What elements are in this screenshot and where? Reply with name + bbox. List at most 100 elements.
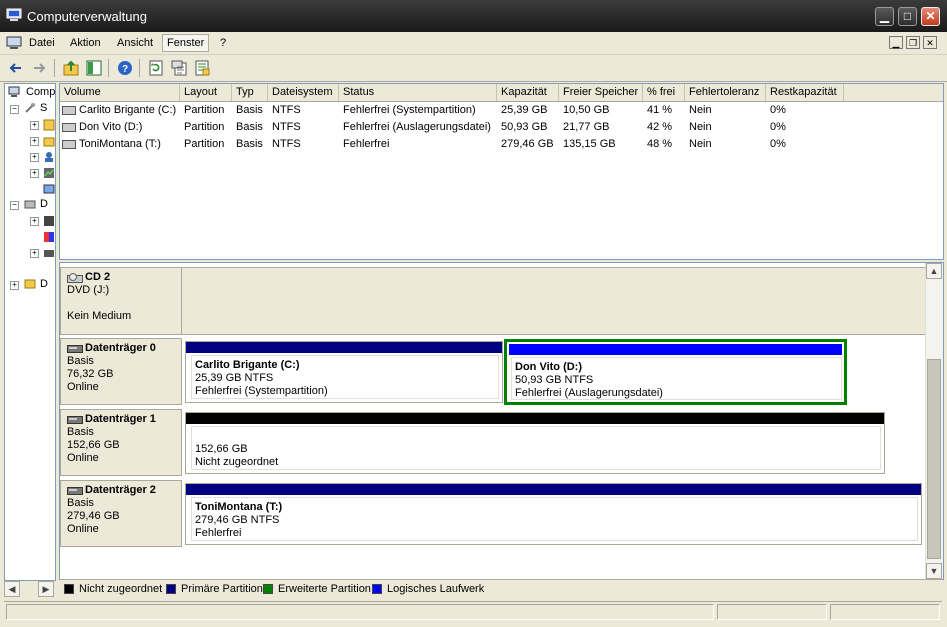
storage-icon xyxy=(24,200,36,209)
hard-disk-icon xyxy=(67,415,83,424)
mdi-child-icon[interactable] xyxy=(6,35,22,51)
legend-swatch xyxy=(263,584,273,594)
menu-help[interactable]: ? xyxy=(216,35,230,51)
legend-item: Nicht zugeordnet xyxy=(64,583,162,595)
scrollbar-thumb[interactable] xyxy=(927,359,941,559)
properties-icon[interactable] xyxy=(169,58,189,78)
table-row[interactable]: ToniMontana (T:) Partition Basis NTFS Fe… xyxy=(60,136,943,153)
device-manager-icon xyxy=(43,184,55,194)
column-header[interactable]: Kapazität xyxy=(497,84,559,101)
tree-expand-toggle[interactable]: + xyxy=(30,217,39,226)
forward-arrow-icon[interactable] xyxy=(29,58,49,78)
column-header[interactable]: Volume xyxy=(60,84,180,101)
close-button[interactable]: ✕ xyxy=(921,7,940,26)
cd-empty-area xyxy=(182,267,926,335)
disk-label[interactable]: Datenträger 2 Basis 279,46 GB Online xyxy=(60,480,182,547)
export-list-icon[interactable] xyxy=(192,58,212,78)
disk-management-icon xyxy=(44,250,54,257)
tree-expand-toggle[interactable]: + xyxy=(30,121,39,130)
legend-item: Erweiterte Partition xyxy=(263,583,371,595)
disk-row-2: Datenträger 2 Basis 279,46 GB Online Ton… xyxy=(60,480,926,547)
legend-item: Logisches Laufwerk xyxy=(372,583,484,595)
volume-icon xyxy=(62,140,76,149)
disk-row-1: Datenträger 1 Basis 152,66 GB Online 152… xyxy=(60,409,926,476)
mdi-restore-button[interactable]: ❐ xyxy=(906,36,920,49)
hard-disk-icon xyxy=(67,344,83,353)
cd-drive-icon xyxy=(67,272,83,283)
disk-row-0: Datenträger 0 Basis 76,32 GB Online Carl… xyxy=(60,338,926,405)
partition-c[interactable]: Carlito Brigante (C:) 25,39 GB NTFS Fehl… xyxy=(185,341,503,403)
table-row[interactable]: Don Vito (D:) Partition Basis NTFS Fehle… xyxy=(60,119,943,136)
defrag-icon xyxy=(44,232,54,242)
legend-swatch xyxy=(372,584,382,594)
mdi-minimize-button[interactable]: ▁ xyxy=(889,36,903,49)
tree-collapse-toggle[interactable]: − xyxy=(10,105,19,114)
maximize-button[interactable]: □ xyxy=(898,7,917,26)
unallocated-space[interactable]: 152,66 GB Nicht zugeordnet xyxy=(185,412,885,474)
computer-management-icon xyxy=(6,8,22,21)
column-header[interactable]: Typ xyxy=(232,84,268,101)
status-panel xyxy=(717,604,827,620)
users-icon xyxy=(45,152,53,162)
column-header[interactable]: % frei xyxy=(643,84,685,101)
removable-storage-icon xyxy=(44,216,54,226)
mdi-close-button[interactable]: ✕ xyxy=(923,36,937,49)
scroll-right-button[interactable]: ▶ xyxy=(38,581,54,597)
legend-item: Primäre Partition xyxy=(166,583,263,595)
table-row[interactable]: Carlito Brigante (C:) Partition Basis NT… xyxy=(60,102,943,119)
disk-label[interactable]: Datenträger 1 Basis 152,66 GB Online xyxy=(60,409,182,476)
legend-swatch xyxy=(166,584,176,594)
refresh-icon[interactable] xyxy=(146,58,166,78)
volume-list[interactable]: Volume Layout Typ Dateisystem Status Kap… xyxy=(59,83,944,260)
menu-bar: Datei Aktion Ansicht Fenster ? ▁ ❐ ✕ xyxy=(0,32,947,55)
scroll-up-button[interactable]: ▲ xyxy=(926,263,942,279)
disk-graphical-view[interactable]: CD 2 DVD (J:) Kein Medium Datenträger 0 … xyxy=(59,262,944,580)
hard-disk-icon xyxy=(67,486,83,495)
volume-icon xyxy=(62,123,76,132)
menu-fenster[interactable]: Fenster xyxy=(162,34,210,52)
column-header[interactable]: Fehlertoleranz xyxy=(685,84,766,101)
console-tree[interactable]: Comp − S + + + + − D + + + D xyxy=(4,83,56,581)
tree-expand-toggle[interactable]: + xyxy=(30,137,39,146)
computer-management-window: Computerverwaltung ▁ □ ✕ Datei Aktion An… xyxy=(0,0,947,627)
tree-expand-toggle[interactable]: + xyxy=(30,153,39,162)
minimize-button[interactable]: ▁ xyxy=(875,7,894,26)
tree-collapse-toggle[interactable]: − xyxy=(10,201,19,210)
shared-folders-icon xyxy=(43,137,55,147)
menu-datei[interactable]: Datei xyxy=(25,35,59,51)
scroll-left-button[interactable]: ◀ xyxy=(4,581,20,597)
computer-icon xyxy=(8,86,20,97)
column-header[interactable]: Status xyxy=(339,84,497,101)
status-bar xyxy=(4,601,942,623)
event-viewer-icon xyxy=(43,119,55,131)
partition-d[interactable]: Don Vito (D:) 50,93 GB NTFS Fehlerfrei (… xyxy=(504,339,847,405)
scroll-down-button[interactable]: ▼ xyxy=(926,563,942,579)
menu-ansicht[interactable]: Ansicht xyxy=(113,35,157,51)
column-header[interactable]: Restkapazität xyxy=(766,84,844,101)
partition-legend: Nicht zugeordnet Primäre Partition Erwei… xyxy=(59,579,942,598)
title-bar[interactable]: Computerverwaltung ▁ □ ✕ xyxy=(0,0,947,32)
up-folder-icon[interactable] xyxy=(61,58,81,78)
tree-expand-toggle[interactable]: + xyxy=(30,169,39,178)
disk-row-cd2: CD 2 DVD (J:) Kein Medium xyxy=(60,267,926,335)
help-icon[interactable]: ? xyxy=(115,58,135,78)
svg-text:?: ? xyxy=(122,64,128,75)
tree-expand-toggle[interactable]: + xyxy=(10,281,19,290)
column-header[interactable]: Dateisystem xyxy=(268,84,339,101)
legend-swatch xyxy=(64,584,74,594)
show-hide-tree-icon[interactable] xyxy=(84,58,104,78)
disk-label[interactable]: CD 2 DVD (J:) Kein Medium xyxy=(60,267,182,335)
back-arrow-icon[interactable] xyxy=(6,58,26,78)
column-header[interactable]: Layout xyxy=(180,84,232,101)
column-header[interactable]: Freier Speicher xyxy=(559,84,643,101)
menu-aktion[interactable]: Aktion xyxy=(66,35,105,51)
toolbar: ? xyxy=(0,55,947,82)
disk-vertical-scrollbar[interactable]: ▲ ▼ xyxy=(925,263,943,579)
tools-icon xyxy=(25,103,35,113)
tree-horizontal-scrollbar[interactable]: ◀ ▶ xyxy=(4,581,54,598)
volume-list-header: Volume Layout Typ Dateisystem Status Kap… xyxy=(60,84,943,102)
tree-expand-toggle[interactable]: + xyxy=(30,249,39,258)
disk-label[interactable]: Datenträger 0 Basis 76,32 GB Online xyxy=(60,338,182,405)
partition-t[interactable]: ToniMontana (T:) 279,46 GB NTFS Fehlerfr… xyxy=(185,483,922,545)
performance-icon xyxy=(44,168,54,178)
